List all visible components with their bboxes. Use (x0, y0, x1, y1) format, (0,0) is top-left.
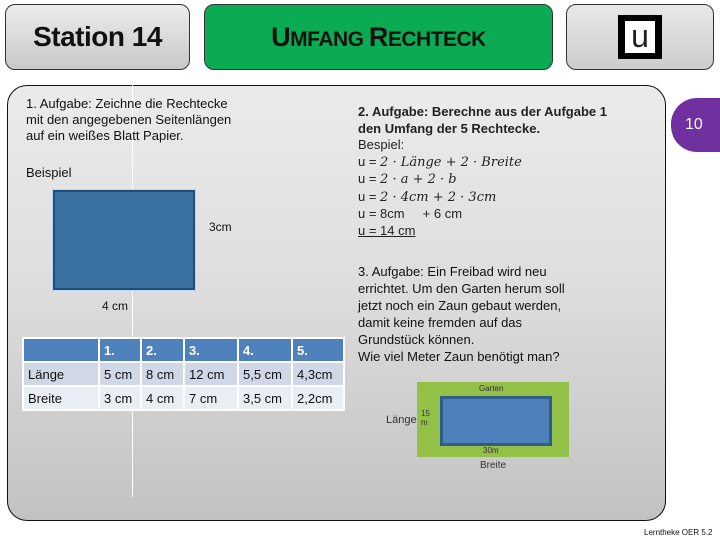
footer-credit: Lerntheke OER 5.2 (644, 528, 713, 537)
page-title: UMFANG RECHTECK (271, 21, 486, 52)
station-header: Station 14 (5, 4, 190, 70)
pool-rectangle (440, 396, 552, 446)
example-label: Beispiel (26, 165, 72, 180)
task2-text: 2. Aufgabe: Berechne aus der Aufgabe 1 d… (358, 104, 607, 238)
table-row: Länge 5 cm 8 cm 12 cm 5,5 cm 4,3cm (24, 363, 343, 385)
u-logo-icon: u (618, 15, 662, 59)
diagram-width-label: Breite (480, 460, 507, 471)
dimensions-table: 1. 2. 3. 4. 5. Länge 5 cm 8 cm 12 cm 5,5… (22, 337, 345, 411)
example-width-label: 4 cm (102, 299, 129, 313)
side-value: 15 (421, 409, 430, 418)
side-unit: m (421, 418, 428, 427)
example-rectangle (53, 190, 195, 290)
bottom-value: 30m (483, 446, 499, 455)
station-label: Station 14 (33, 21, 162, 52)
table-row: Breite 3 cm 4 cm 7 cm 3,5 cm 2,2cm (24, 387, 343, 409)
task1-text: 1. Aufgabe: Zeichne die Rechtecke mit de… (26, 96, 232, 143)
table-header-row: 1. 2. 3. 4. 5. (24, 339, 343, 361)
title-header: UMFANG RECHTECK (204, 4, 553, 70)
example-height-label: 3cm (209, 220, 232, 234)
task3-text: 3. Aufgabe: Ein Freibad wird neu erricht… (358, 264, 565, 364)
garden-label: Garten (479, 384, 504, 393)
result-line: u = 14 cm (358, 222, 416, 238)
page-number-badge: 10 (671, 98, 720, 152)
garden-diagram: Garten 15 m 30m (417, 382, 569, 457)
diagram-length-label: Länge (386, 414, 417, 426)
logo-header: u (566, 4, 714, 70)
divider-line (132, 85, 133, 497)
